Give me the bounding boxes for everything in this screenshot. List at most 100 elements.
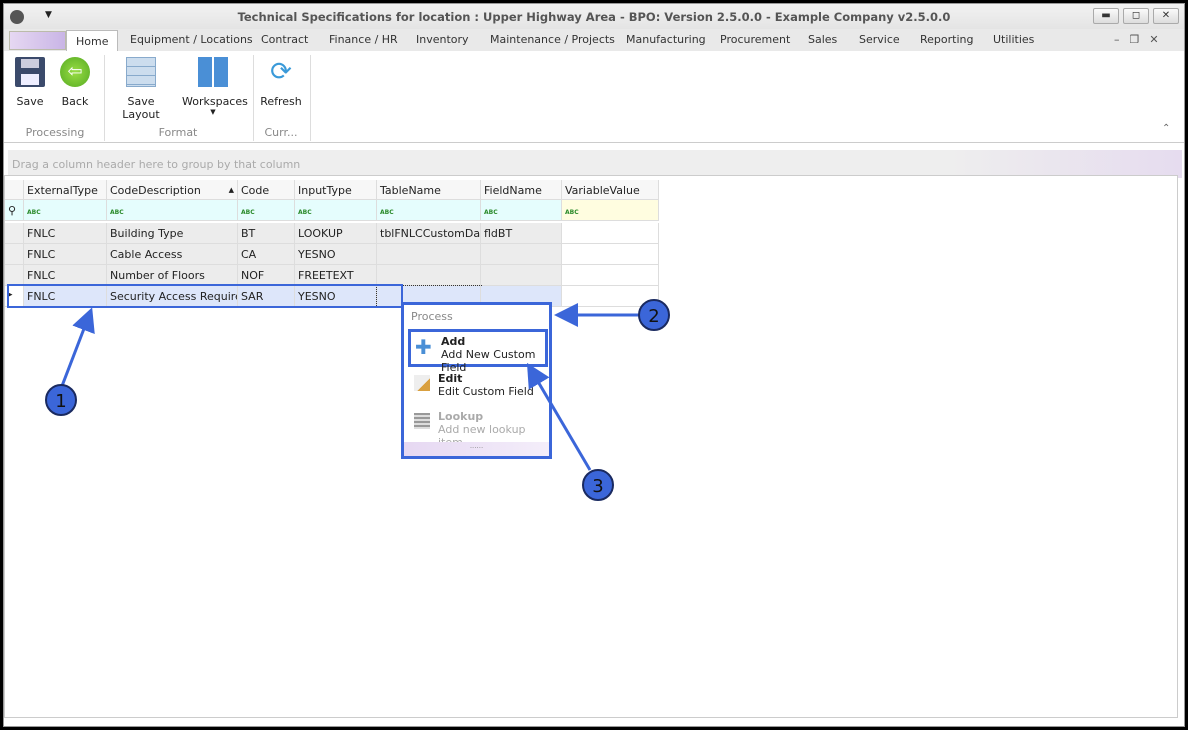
save-button[interactable]: Save [14,57,46,108]
workspaces-button[interactable]: Workspaces ▼ [182,57,248,116]
close-button[interactable]: ✕ [1153,8,1179,24]
grid-cell[interactable]: fldBT [481,223,562,244]
text-filter-icon: ABC [110,209,124,216]
grid-cell[interactable] [481,244,562,265]
grid-cell[interactable]: Building Type [107,223,238,244]
row-indicator[interactable] [5,244,24,265]
refresh-label: Refresh [260,95,302,108]
grid-cell[interactable]: BT [238,223,295,244]
refresh-button[interactable]: ⟳ Refresh [259,57,303,108]
tab-home[interactable]: Home [66,30,119,51]
refresh-icon: ⟳ [270,57,292,87]
tab-utilities[interactable]: Utilities [993,33,1034,46]
filter-cell-codedescription[interactable]: ABC [107,200,238,221]
filter-cell-variablevalue[interactable]: ABC [562,200,659,221]
column-header-codedescription[interactable]: CodeDescription ▲ [107,180,238,200]
title-bar: ▼ Technical Specifications for location … [4,4,1184,29]
grid-cell[interactable] [562,286,659,307]
grid-cell[interactable]: Security Access Required [107,286,238,307]
menu-header: Process [411,310,453,323]
restore-button[interactable]: ◻ [1123,8,1149,24]
grid-cell[interactable]: FNLC [24,286,107,307]
grid-cell[interactable] [377,244,481,265]
ribbon-tabs: Home Equipment / Locations Contract Fina… [4,29,1184,51]
row-indicator-header [5,180,24,200]
tab-maintenance-projects[interactable]: Maintenance / Projects [490,33,615,46]
text-filter-icon: ABC [241,209,255,216]
grid-cell[interactable] [481,265,562,286]
group-by-panel[interactable]: Drag a column header here to group by th… [8,150,1182,178]
dropdown-arrow-icon: ▼ [210,108,216,116]
workspaces-label: Workspaces [182,95,248,108]
grid-cell[interactable]: NOF [238,265,295,286]
menu-resize-grip[interactable]: ...... [404,442,549,456]
tab-inventory[interactable]: Inventory [416,33,469,46]
divider [104,55,105,141]
edit-subtitle: Edit Custom Field [438,385,534,398]
save-layout-button[interactable]: Save Layout [108,57,174,121]
filter-cell-externaltype[interactable]: ABC [24,200,107,221]
group-processing: Processing [25,126,85,139]
row-indicator[interactable] [5,223,24,244]
row-indicator[interactable]: ▸ [5,286,24,307]
column-header-externaltype[interactable]: ExternalType [24,180,107,200]
grid-cell[interactable] [562,265,659,286]
menu-item-add[interactable]: ✚ Add Add New Custom Field [408,329,548,374]
tab-procurement[interactable]: Procurement [720,33,790,46]
back-arrow-icon: ⇦ [60,57,90,87]
tab-contract[interactable]: Contract [261,33,308,46]
grid-cell[interactable] [562,223,659,244]
column-header-variablevalue[interactable]: VariableValue [562,180,659,200]
divider [310,55,311,141]
list-icon [414,413,430,429]
grid-cell[interactable]: YESNO [295,286,377,307]
text-filter-icon: ABC [298,209,312,216]
menu-item-lookup: LookupAdd new lookup item [408,407,548,449]
grid-cell[interactable]: Number of Floors [107,265,238,286]
grid-cell[interactable]: FNLC [24,223,107,244]
application-menu-button[interactable] [9,31,66,50]
grid-cell[interactable]: YESNO [295,244,377,265]
divider [253,55,254,141]
filter-cell-tablename[interactable]: ABC [377,200,481,221]
grid-cell[interactable]: Cable Access [107,244,238,265]
grid-cell[interactable] [377,265,481,286]
tab-service[interactable]: Service [859,33,900,46]
grid-cell[interactable]: tblFNLCCustomData [377,223,481,244]
grid-cell[interactable]: SAR [238,286,295,307]
grid-cell[interactable]: FNLC [24,244,107,265]
column-header-tablename[interactable]: TableName [377,180,481,200]
edit-icon [414,375,430,391]
tab-manufacturing[interactable]: Manufacturing [626,33,706,46]
tab-equipment-locations[interactable]: Equipment / Locations [130,33,253,46]
mdi-controls[interactable]: –❐✕ [1114,33,1169,46]
grid-cell[interactable]: CA [238,244,295,265]
grid-cell[interactable]: FREETEXT [295,265,377,286]
menu-item-edit[interactable]: Edit Edit Custom Field [408,369,548,407]
tab-sales[interactable]: Sales [808,33,837,46]
group-current: Curr... [264,126,298,139]
column-header-code[interactable]: Code [238,180,295,200]
filter-cell-fieldname[interactable]: ABC [481,200,562,221]
collapse-ribbon-icon[interactable]: ⌃ [1162,123,1170,134]
tab-reporting[interactable]: Reporting [920,33,973,46]
tab-finance-hr[interactable]: Finance / HR [329,33,398,46]
minimize-button[interactable]: ▬ [1093,8,1119,24]
grid-cell[interactable]: LOOKUP [295,223,377,244]
ribbon: Save ⇦ Back Save Layout Workspaces ▼ ⟳ Re… [4,51,1184,143]
back-button[interactable]: ⇦ Back [58,57,92,108]
column-header-fieldname[interactable]: FieldName [481,180,562,200]
row-indicator[interactable] [5,265,24,286]
plus-icon: ✚ [415,335,432,359]
column-header-inputtype[interactable]: InputType [295,180,377,200]
lookup-title: Lookup [438,410,484,423]
edit-title: Edit [438,372,463,385]
sort-ascending-icon: ▲ [228,186,234,194]
grid-cell[interactable] [562,244,659,265]
save-label: Save [16,95,44,108]
window-title: Technical Specifications for location : … [237,10,951,24]
grid-cell[interactable]: FNLC [24,265,107,286]
filter-cell-code[interactable]: ABC [238,200,295,221]
filter-cell-inputtype[interactable]: ABC [295,200,377,221]
filter-row-icon: ⚲ [5,200,24,221]
